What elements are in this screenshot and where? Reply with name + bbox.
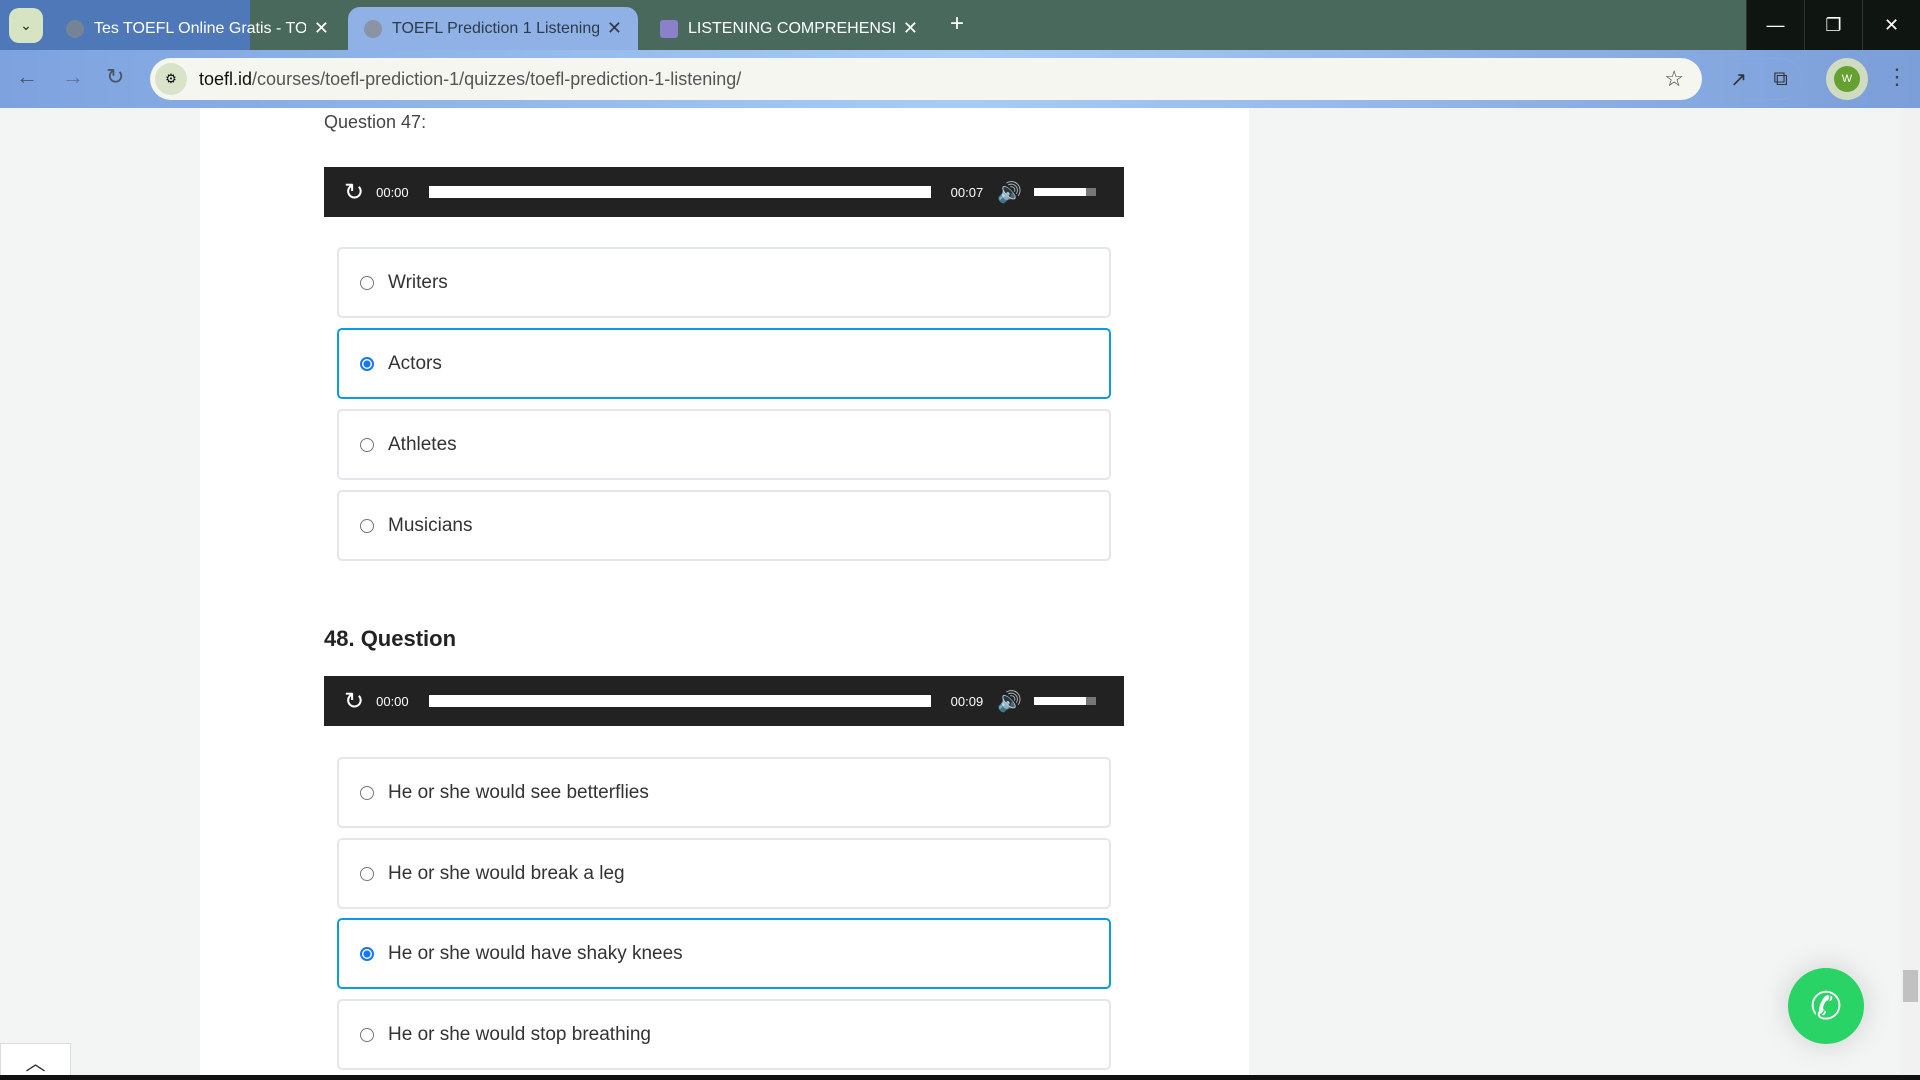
replay-icon[interactable]: ↻ <box>344 687 364 716</box>
close-tab-icon[interactable]: ✕ <box>314 18 329 39</box>
radio-button[interactable] <box>360 275 374 290</box>
radio-button[interactable] <box>360 1027 374 1042</box>
close-window-button[interactable]: ✕ <box>1862 0 1920 50</box>
extensions-puzzle-icon[interactable]: ⧉ <box>1773 68 1787 91</box>
browser-toolbar: ← → ↻ ⚙ toefl.id/courses/toefl-predictio… <box>0 50 1920 108</box>
tab-toefl-prediction[interactable]: TOEFL Prediction 1 Listening - T ✕ <box>348 7 638 50</box>
question-47-label: Question 47: <box>324 112 427 132</box>
open-external-icon[interactable]: ↗ <box>1730 67 1747 92</box>
answer-option[interactable]: He or she would have shaky knees <box>337 918 1111 989</box>
gem-icon <box>660 19 678 38</box>
volume-slider[interactable] <box>1034 188 1097 196</box>
answer-option[interactable]: Writers <box>337 247 1111 318</box>
audio-player-48: ↻ 00:00 00:09 🔊 <box>324 676 1124 726</box>
profile-avatar[interactable]: W <box>1826 58 1868 100</box>
bookmark-star-icon[interactable]: ☆ <box>1664 66 1684 92</box>
answer-option-label: He or she would break a leg <box>388 862 625 884</box>
close-tab-icon[interactable]: ✕ <box>903 18 918 39</box>
seek-bar[interactable] <box>428 695 931 707</box>
minimize-button[interactable]: — <box>1746 0 1804 50</box>
new-tab-button[interactable]: + <box>950 10 964 38</box>
answer-option-label: He or she would have shaky knees <box>388 942 683 964</box>
answer-option-label: Athletes <box>388 433 457 455</box>
back-button[interactable]: ← <box>16 64 38 90</box>
seek-bar[interactable] <box>428 186 931 198</box>
answer-option[interactable]: He or she would see betterflies <box>337 757 1111 828</box>
answer-option[interactable]: Actors <box>337 328 1111 399</box>
restore-button[interactable]: ❐ <box>1804 0 1862 50</box>
tab-search-button[interactable]: ⌄ <box>9 8 43 43</box>
address-bar[interactable]: ⚙ toefl.id/courses/toefl-prediction-1/qu… <box>150 58 1702 100</box>
answer-option-label: Musicians <box>388 514 473 536</box>
radio-button[interactable] <box>360 785 374 800</box>
site-settings-icon[interactable]: ⚙ <box>155 63 187 95</box>
answer-option[interactable]: He or she would break a leg <box>337 838 1111 909</box>
question-48-title: 48. Question <box>324 626 457 651</box>
volume-icon[interactable]: 🔊 <box>997 689 1022 714</box>
whatsapp-icon: ✆ <box>1810 985 1842 1028</box>
radio-button[interactable] <box>360 356 374 371</box>
page-scrollbar[interactable] <box>1900 108 1920 1080</box>
tab-tes-toefl[interactable]: Tes TOEFL Online Gratis - TOEFL ✕ <box>50 7 345 50</box>
globe-icon <box>66 19 84 38</box>
answer-option[interactable]: Athletes <box>337 409 1111 480</box>
answer-option-label: Actors <box>388 352 442 374</box>
menu-kebab-icon[interactable]: ⋮ <box>1886 64 1908 90</box>
scrollbar-thumb[interactable] <box>1903 970 1918 1002</box>
whatsapp-chat-button[interactable]: ✆ <box>1788 968 1864 1044</box>
radio-button[interactable] <box>360 946 374 961</box>
tab-listening-comprehension[interactable]: LISTENING COMPREHENSION P ✕ <box>644 7 934 50</box>
close-tab-icon[interactable]: ✕ <box>607 18 622 39</box>
answer-option[interactable]: Musicians <box>337 490 1111 561</box>
globe-icon <box>364 19 382 38</box>
radio-button[interactable] <box>360 437 374 452</box>
chevron-up-icon: ︿ <box>25 1053 46 1075</box>
tab-bar: ⌄ Tes TOEFL Online Gratis - TOEFL ✕ TOEF… <box>0 0 1920 50</box>
answer-option-label: He or she would see betterflies <box>388 781 649 803</box>
volume-slider[interactable] <box>1034 697 1097 705</box>
replay-icon[interactable]: ↻ <box>344 178 364 207</box>
volume-icon[interactable]: 🔊 <box>997 180 1022 205</box>
audio-player-47: ↻ 00:00 00:07 🔊 <box>324 167 1124 217</box>
answer-option[interactable]: He or she would stop breathing <box>337 999 1111 1070</box>
answer-option-label: Writers <box>388 271 448 293</box>
reload-button[interactable]: ↻ <box>106 64 124 90</box>
answer-option-label: He or she would stop breathing <box>388 1023 651 1045</box>
radio-button[interactable] <box>360 866 374 881</box>
forward-button[interactable]: → <box>62 64 84 90</box>
radio-button[interactable] <box>360 518 374 533</box>
